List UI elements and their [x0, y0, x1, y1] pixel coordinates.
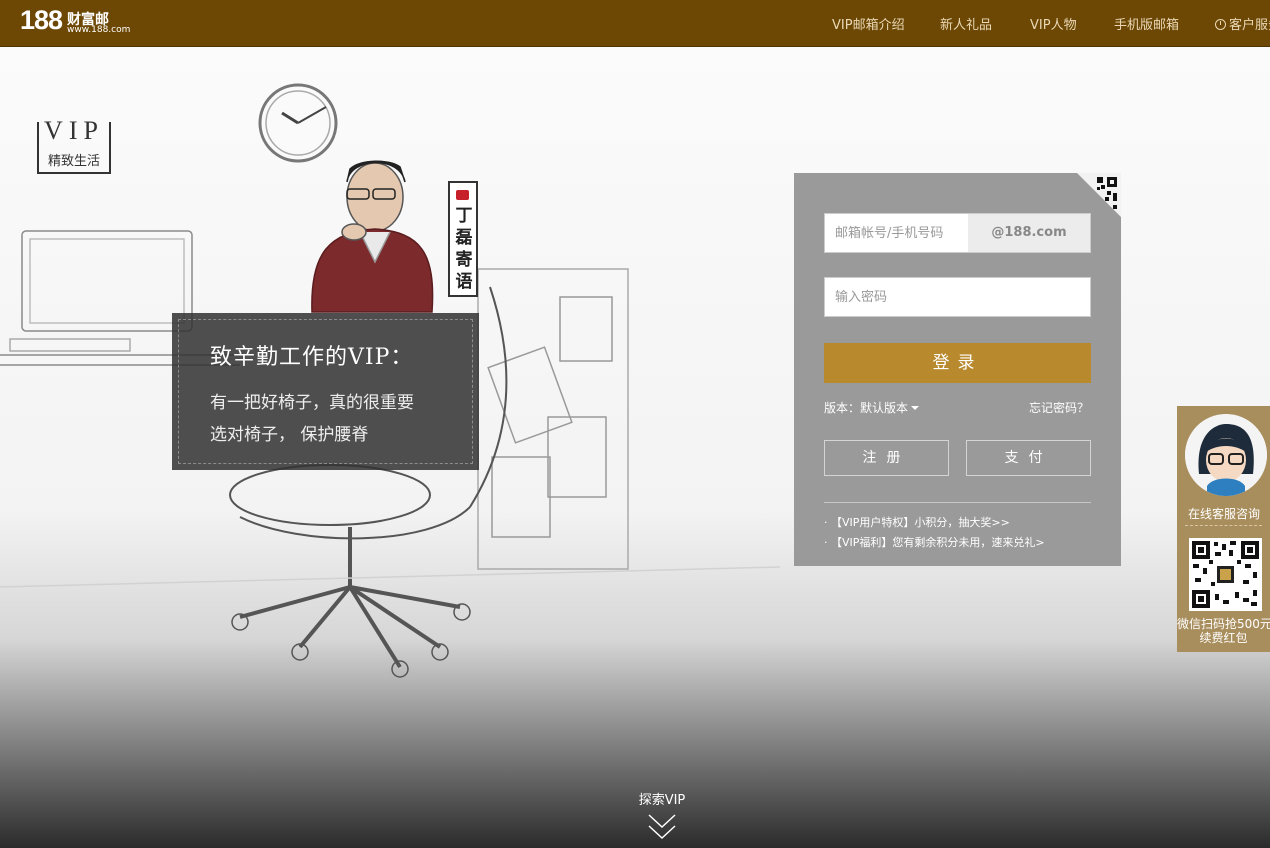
logo-number: 188	[20, 5, 63, 35]
chevron-down-icon[interactable]	[647, 813, 677, 841]
customer-service-label: 客户服务	[1229, 18, 1270, 33]
separator	[1185, 525, 1262, 526]
online-consult-label[interactable]: 在线客服咨询	[1174, 505, 1270, 522]
logo-url: www.188.com	[67, 25, 131, 35]
version-select[interactable]: 版本：默认版本	[824, 399, 920, 416]
quote-box: 致辛勤工作的VIP： 有一把好椅子，真的很重要 选对椅子， 保护腰脊	[172, 313, 479, 470]
promo-text-1: 【VIP用户特权】小积分，抽大奖>>	[831, 516, 1010, 529]
caret-down-icon	[911, 406, 920, 410]
version-label: 版本：默认版本	[824, 401, 909, 415]
register-button[interactable]: 注册	[824, 440, 949, 476]
forgot-password-link[interactable]: 忘记密码？	[1029, 399, 1089, 416]
wechat-promo-line-2: 续费红包	[1199, 631, 1248, 645]
nav-customer-service[interactable]: 客户服务	[1215, 14, 1270, 33]
tag-text: 丁磊寄语	[455, 206, 473, 292]
pay-button[interactable]: 支付	[966, 440, 1091, 476]
speech-bubble-icon	[456, 190, 469, 200]
nav-mobile-mail[interactable]: 手机版邮箱	[1114, 14, 1179, 33]
qr-code-toggle-icon[interactable]	[1077, 173, 1121, 217]
quote-line-2: 选对椅子， 保护腰脊	[210, 425, 369, 445]
nav-new-gifts[interactable]: 新人礼品	[940, 14, 992, 33]
customer-service-avatar[interactable]	[1185, 414, 1267, 496]
explore-vip-link[interactable]: 探索VIP	[620, 789, 704, 808]
agent-avatar-icon	[1185, 414, 1267, 496]
vip-badge-subtitle: 精致生活	[47, 154, 100, 169]
clock-icon	[1215, 19, 1226, 30]
password-input[interactable]	[825, 278, 1015, 316]
promo-link-1[interactable]: · 【VIP用户特权】小积分，抽大奖>>	[824, 514, 1010, 530]
promo-text-2: 【VIP福利】您有剩余积分未用，速来兑礼>	[831, 536, 1045, 549]
login-panel: @188.com 登录 版本：默认版本 忘记密码？ 注册 支付 · 【VIP用户…	[794, 173, 1121, 566]
quote-line-1: 有一把好椅子，真的很重要	[210, 393, 414, 413]
support-widget: 在线客服咨询 微信扫码抢500元 续费红包	[1177, 406, 1270, 652]
wechat-promo-line-1: 微信扫码抢500元	[1177, 617, 1270, 631]
domain-suffix: @188.com	[968, 214, 1090, 252]
quote-title: 致辛勤工作的VIP：	[210, 345, 414, 370]
wechat-qr-code	[1189, 538, 1262, 611]
divider	[824, 502, 1091, 503]
login-button[interactable]: 登录	[824, 343, 1091, 383]
vip-badge-title: VIP	[44, 116, 104, 145]
top-bar: 188 财富邮 www.188.com VIP邮箱介绍 新人礼品 VIP人物 手…	[0, 0, 1270, 47]
password-field[interactable]	[824, 277, 1091, 317]
ding-lei-message-tag[interactable]: 丁磊寄语	[448, 181, 478, 297]
vip-badge: VIP 精致生活	[37, 116, 111, 174]
promo-link-2[interactable]: · 【VIP福利】您有剩余积分未用，速来兑礼>	[824, 534, 1045, 550]
account-field[interactable]: @188.com	[824, 213, 1091, 253]
nav-vip-intro[interactable]: VIP邮箱介绍	[832, 14, 905, 33]
nav-vip-people[interactable]: VIP人物	[1030, 14, 1077, 33]
